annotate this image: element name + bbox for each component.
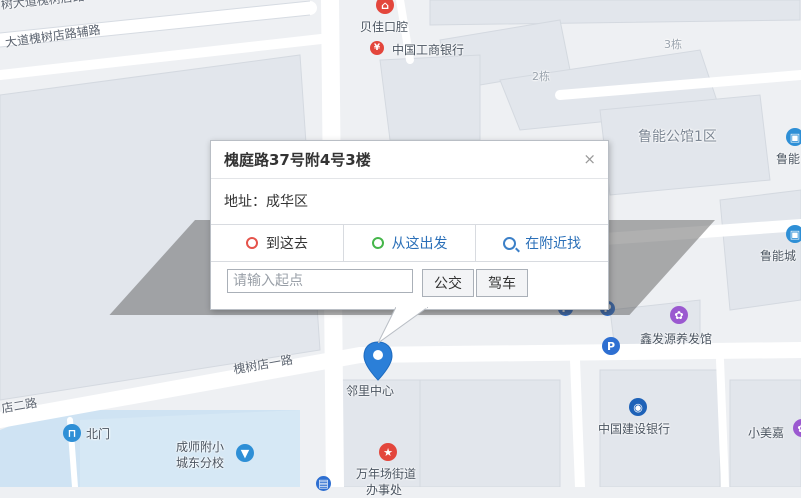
- tab-label: 在附近找: [525, 236, 582, 252]
- poi-label[interactable]: 鲁能城: [760, 247, 796, 264]
- building-icon[interactable]: ▣: [786, 128, 801, 146]
- poi-label[interactable]: 成师附小: [176, 438, 224, 455]
- drive-button[interactable]: 驾车: [476, 269, 528, 297]
- address-text: 地址：成华区: [224, 194, 308, 210]
- info-window-pointer: [378, 307, 428, 343]
- info-window: 槐庭路37号附4号3楼 × 地址：成华区 到这去 从这出发 在附近找 请输入起点…: [210, 140, 609, 310]
- school-icon[interactable]: ▼: [236, 444, 254, 462]
- building-icon[interactable]: ▣: [786, 225, 801, 243]
- poi-label[interactable]: 中国建设银行: [598, 420, 670, 437]
- tab-label: 到这去: [265, 236, 308, 252]
- tab-start-here[interactable]: 从这出发: [342, 225, 476, 261]
- tab-go-here[interactable]: 到这去: [211, 225, 343, 261]
- tab-label: 从这出发: [391, 236, 448, 252]
- purple-poi-icon[interactable]: ✿: [670, 306, 688, 324]
- poi-label[interactable]: 城东分校: [176, 454, 224, 471]
- parking-icon[interactable]: P: [602, 337, 620, 355]
- search-icon: [503, 236, 517, 250]
- bus-button[interactable]: 公交: [422, 269, 474, 297]
- gate-icon[interactable]: ⊓: [63, 424, 81, 442]
- building-label: 2栋: [532, 70, 550, 83]
- poi-label[interactable]: 贝佳口腔: [360, 18, 408, 35]
- poi-label[interactable]: 鑫发源养发馆: [640, 330, 712, 347]
- bus-stop-icon[interactable]: ▤: [316, 476, 331, 491]
- government-icon[interactable]: ★: [379, 443, 397, 461]
- route-tabs: 到这去 从这出发 在附近找: [211, 224, 609, 262]
- area-label: 鲁能公馆1区: [638, 129, 717, 145]
- poi-label[interactable]: 北门: [86, 425, 110, 442]
- start-point-input[interactable]: 请输入起点: [227, 269, 413, 293]
- divider: [211, 178, 608, 179]
- poi-label[interactable]: 办事处: [366, 481, 402, 498]
- red-ring-icon: [245, 237, 258, 249]
- bank-icon[interactable]: ¥: [370, 41, 384, 55]
- poi-label[interactable]: 小美嘉: [748, 424, 784, 441]
- building-label: 3栋: [664, 38, 682, 51]
- poi-label[interactable]: 鲁能: [776, 150, 800, 167]
- bank-ccb-icon[interactable]: ◉: [629, 398, 647, 416]
- green-ring-icon: [371, 237, 384, 249]
- tab-search-nearby[interactable]: 在附近找: [475, 225, 609, 261]
- poi-label[interactable]: 万年场街道: [356, 465, 416, 482]
- poi-label[interactable]: 邻里中心: [346, 382, 394, 399]
- close-icon[interactable]: ×: [583, 150, 596, 168]
- info-window-title: 槐庭路37号附4号3楼: [224, 151, 371, 169]
- poi-label[interactable]: 中国工商银行: [392, 41, 464, 58]
- location-marker-icon[interactable]: [361, 340, 395, 382]
